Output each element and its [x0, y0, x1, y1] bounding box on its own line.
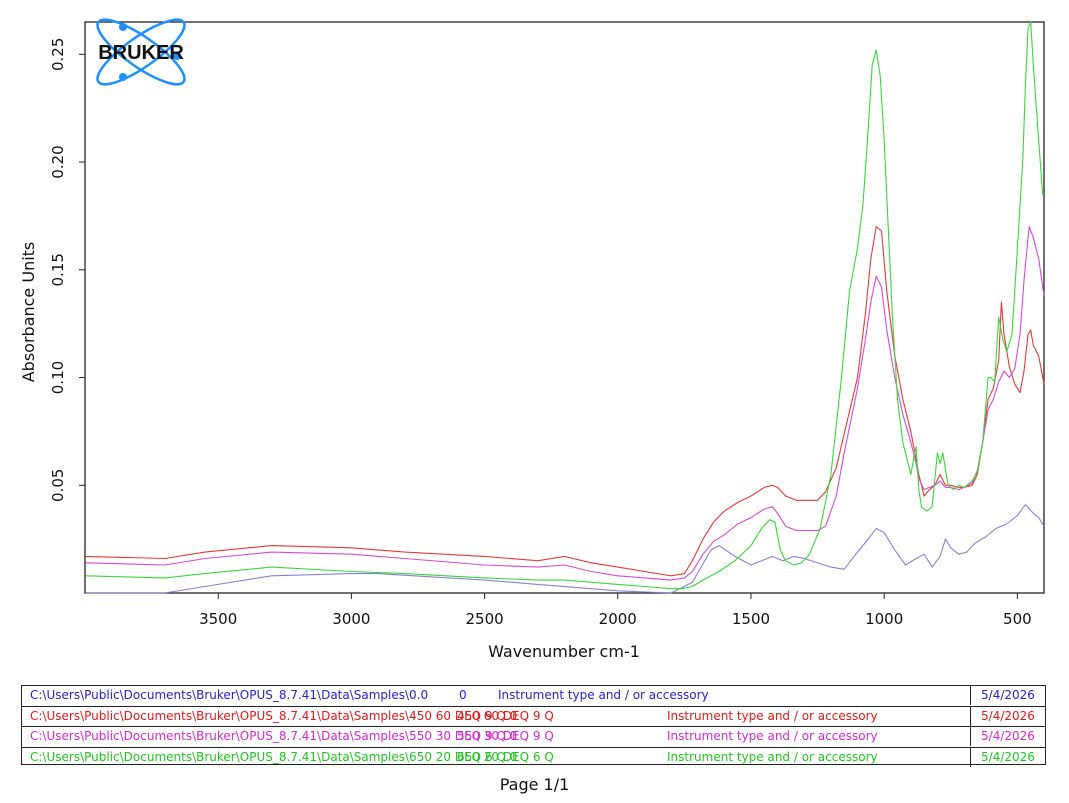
- legend-table: C:\Users\Public\Documents\Bruker\OPUS_8.…: [21, 685, 1046, 768]
- legend-instrument: Instrument type and / or accessory: [498, 688, 709, 702]
- legend-instrument: Instrument type and / or accessory: [667, 708, 878, 723]
- legend-instrument: Instrument type and / or accessory: [667, 729, 878, 743]
- y-tick-label: 0.20: [49, 145, 67, 178]
- plot-frame: [84, 21, 1045, 594]
- legend-row: C:\Users\Public\Documents\Bruker\OPUS_8.…: [22, 686, 1045, 707]
- legend-instrument: Instrument type and / or accessory: [667, 749, 878, 764]
- legend-sample-name: 0: [459, 688, 467, 702]
- legend-file-path: C:\Users\Public\Documents\Bruker\OPUS_8.…: [30, 708, 518, 723]
- x-tick-label: 500: [1003, 610, 1032, 628]
- legend-row: C:\Users\Public\Documents\Bruker\OPUS_8.…: [22, 706, 1045, 727]
- legend-date: 5/4/2026: [970, 706, 1045, 726]
- legend-file-path: C:\Users\Public\Documents\Bruker\OPUS_8.…: [30, 729, 518, 743]
- legend-row: C:\Users\Public\Documents\Bruker\OPUS_8.…: [22, 747, 1045, 768]
- y-axis-title: Absorbance Units: [19, 242, 38, 383]
- x-tick-label: 1000: [865, 610, 903, 628]
- legend-date: 5/4/2026: [970, 686, 1045, 705]
- logo-wordmark: BRUKER: [98, 42, 184, 64]
- legend-file-path: C:\Users\Public\Documents\Bruker\OPUS_8.…: [30, 749, 518, 764]
- page-number: Page 1/1: [499, 775, 570, 794]
- y-axis: 0.05 0.10 0.15 0.20 0.25: [49, 38, 85, 502]
- legend-sample-name: 550 30 DEQ 9 Q: [457, 729, 554, 743]
- x-tick-label: 2000: [599, 610, 637, 628]
- x-axis: 3500 3000 2500 2000 1500 1000 500: [199, 593, 1032, 628]
- legend-sample-name: 650 20 DEQ 6 Q: [457, 749, 554, 764]
- x-tick-label: 3000: [332, 610, 370, 628]
- legend-sample-name: 450 60 DEQ 9 Q: [457, 708, 554, 723]
- y-tick-label: 0.10: [49, 361, 67, 394]
- x-tick-label: 2500: [465, 610, 503, 628]
- legend-date: 5/4/2026: [970, 727, 1045, 746]
- x-tick-label: 1500: [732, 610, 770, 628]
- y-tick-label: 0.15: [49, 253, 67, 286]
- legend-row: C:\Users\Public\Documents\Bruker\OPUS_8.…: [22, 727, 1045, 748]
- legend-file-path: C:\Users\Public\Documents\Bruker\OPUS_8.…: [30, 688, 429, 702]
- legend-date: 5/4/2026: [970, 747, 1045, 767]
- y-tick-label: 0.05: [49, 469, 67, 502]
- x-axis-title: Wavenumber cm-1: [488, 642, 640, 661]
- x-tick-label: 3500: [199, 610, 237, 628]
- spectrum-chart: 3500 3000 2500 2000 1500 1000 500 0.05 0.10 0.15…: [19, 18, 1045, 661]
- y-tick-label: 0.25: [49, 38, 67, 71]
